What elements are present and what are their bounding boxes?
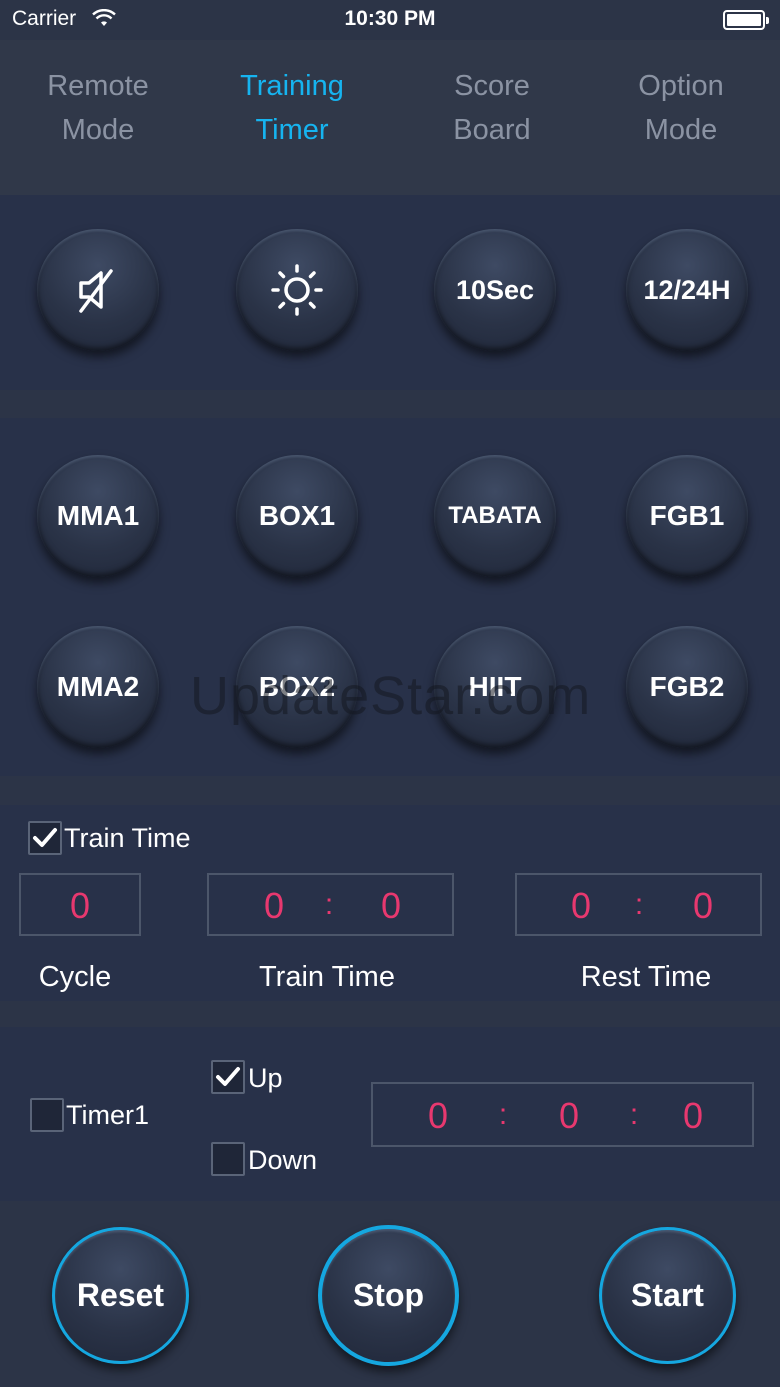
timer-panel: Timer1 Up Down 0 : 0 : 0 xyxy=(0,1027,780,1201)
down-label: Down xyxy=(248,1145,318,1175)
cycle-label: Cycle xyxy=(38,961,112,993)
preset-label: MMA1 xyxy=(56,500,140,531)
stop-button[interactable]: Stop xyxy=(318,1225,459,1366)
preset-label: MMA2 xyxy=(56,671,140,702)
timer-seconds: 0 xyxy=(682,1095,704,1136)
tab-label-line2: Mode xyxy=(644,114,718,146)
preset-label: HIIT xyxy=(468,671,522,702)
preset-hiit-button[interactable]: HIIT xyxy=(434,626,556,748)
timer-hours: 0 xyxy=(427,1095,449,1136)
status-bar: Carrier 10:30 PM xyxy=(0,0,780,40)
preset-fgb2-button[interactable]: FGB2 xyxy=(626,626,748,748)
cycle-value: 0 xyxy=(69,885,91,926)
tab-label-line2: Board xyxy=(453,114,531,146)
preset-fgb1-button[interactable]: FGB1 xyxy=(626,455,748,577)
stop-label: Stop xyxy=(352,1277,425,1313)
rest-seconds: 0 xyxy=(692,885,714,926)
brightness-button[interactable] xyxy=(236,229,358,351)
ten-sec-label: 10Sec xyxy=(455,274,535,305)
preset-box2-button[interactable]: BOX2 xyxy=(236,626,358,748)
cycle-field[interactable]: 0 xyxy=(19,873,141,936)
reset-button[interactable]: Reset xyxy=(52,1227,189,1364)
tab-label-line2: Timer xyxy=(255,114,329,146)
tab-remote-mode[interactable]: Remote Mode xyxy=(3,64,193,152)
start-label: Start xyxy=(631,1277,704,1313)
train-time-checkbox-label: Train Time xyxy=(64,823,191,853)
rest-time-label: Rest Time xyxy=(580,961,712,993)
tab-score-board[interactable]: Score Board xyxy=(397,64,587,152)
preset-label: FGB2 xyxy=(649,671,725,702)
preset-box1-button[interactable]: BOX1 xyxy=(236,455,358,577)
preset-label: TABATA xyxy=(448,502,542,529)
hour-format-button[interactable]: 12/24H xyxy=(626,229,748,351)
start-button[interactable]: Start xyxy=(599,1227,736,1364)
timer1-label: Timer1 xyxy=(66,1100,150,1130)
colon-separator: : xyxy=(498,1098,508,1131)
reset-label: Reset xyxy=(76,1277,165,1313)
mode-tabs: Remote Mode Training Timer Score Board O… xyxy=(0,40,780,195)
tab-label-line2: Mode xyxy=(61,114,135,146)
colon-separator: : xyxy=(629,1098,639,1131)
mute-button[interactable] xyxy=(37,229,159,351)
tab-label-line1: Training xyxy=(240,70,344,102)
preset-tabata-button[interactable]: TABATA xyxy=(434,455,556,577)
timer1-checkbox[interactable] xyxy=(30,1098,64,1132)
train-minutes: 0 xyxy=(263,885,285,926)
status-time: 10:30 PM xyxy=(344,7,436,30)
mute-icon xyxy=(79,269,113,313)
train-time-field[interactable]: 0 : 0 xyxy=(207,873,454,936)
timer1-field[interactable]: 0 : 0 : 0 xyxy=(371,1082,754,1147)
colon-separator: : xyxy=(324,888,334,921)
train-time-checkbox[interactable] xyxy=(28,821,62,855)
timer-minutes: 0 xyxy=(558,1095,580,1136)
presets-panel: MMA1 BOX1 TABATA FGB1 MMA2 BOX2 HIIT FGB… xyxy=(0,418,780,776)
tab-option-mode[interactable]: Option Mode xyxy=(586,64,776,152)
train-time-panel: Train Time 0 0 : 0 0 : 0 Cycle Train Tim… xyxy=(0,805,780,1001)
up-label: Up xyxy=(248,1063,283,1093)
preset-label: BOX2 xyxy=(258,671,336,702)
up-checkbox[interactable] xyxy=(211,1060,245,1094)
tab-training-timer[interactable]: Training Timer xyxy=(197,64,387,152)
train-seconds: 0 xyxy=(380,885,402,926)
rest-time-field[interactable]: 0 : 0 xyxy=(515,873,762,936)
train-time-label: Train Time xyxy=(259,961,395,993)
preset-mma1-button[interactable]: MMA1 xyxy=(37,455,159,577)
preset-label: BOX1 xyxy=(258,500,336,531)
colon-separator: : xyxy=(634,888,644,921)
settings-panel: 10Sec 12/24H xyxy=(0,195,780,390)
ten-sec-button[interactable]: 10Sec xyxy=(434,229,556,351)
hour-format-label: 12/24H xyxy=(643,274,731,305)
preset-label: FGB1 xyxy=(649,500,725,531)
checkmark-icon xyxy=(33,828,57,847)
controls-panel: Reset Stop Start xyxy=(0,1201,780,1387)
tab-label-line1: Score xyxy=(454,70,530,102)
brightness-icon xyxy=(271,264,323,316)
tab-label-line1: Remote xyxy=(47,70,149,102)
preset-mma2-button[interactable]: MMA2 xyxy=(37,626,159,748)
checkmark-icon xyxy=(216,1067,240,1086)
battery-icon xyxy=(723,10,769,30)
tab-label-line1: Option xyxy=(638,70,724,102)
down-checkbox[interactable] xyxy=(211,1142,245,1176)
rest-minutes: 0 xyxy=(570,885,592,926)
